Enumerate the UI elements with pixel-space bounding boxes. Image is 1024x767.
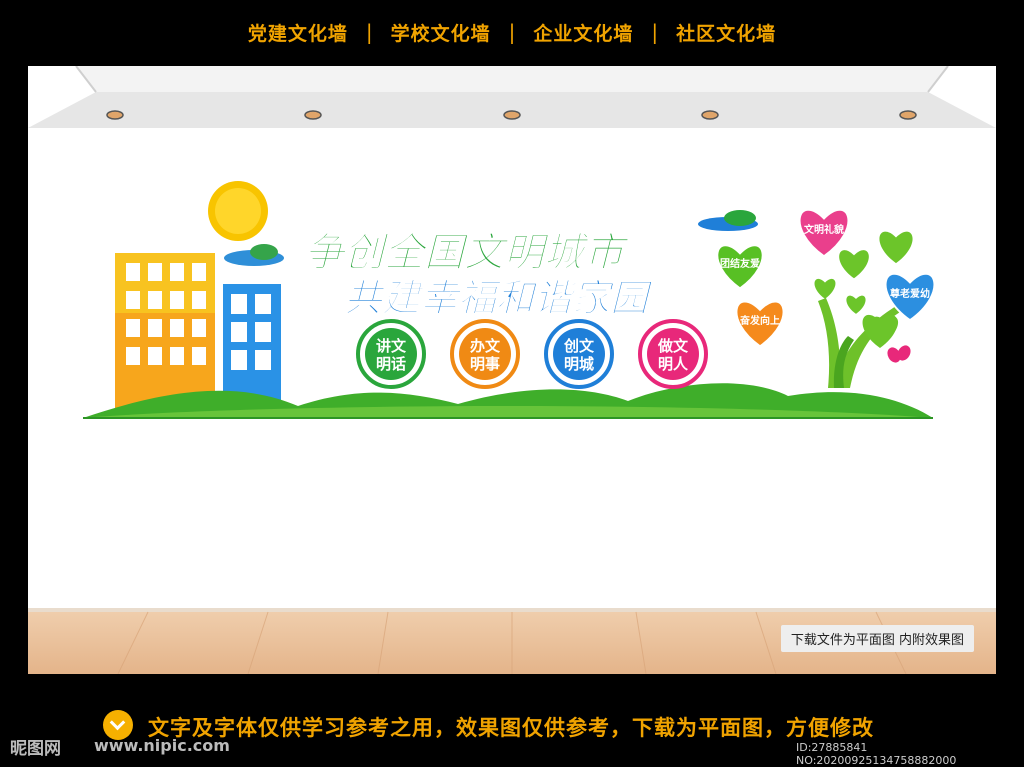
- heart-icon: [839, 250, 869, 279]
- heart-icon: [814, 278, 836, 299]
- nav-separator: |: [508, 20, 516, 44]
- site-logo: 昵图网: [10, 739, 61, 759]
- heart-label: 团结友爱: [720, 257, 760, 270]
- heart-label: 奋发向上: [739, 314, 780, 327]
- nav-item-party[interactable]: 党建文化墙: [248, 19, 348, 46]
- butterfly-icon: [887, 345, 911, 363]
- slogan-circle-text: 讲文: [376, 337, 407, 355]
- heart-icon: [846, 295, 866, 314]
- site-url[interactable]: www.nipic.com: [94, 736, 230, 755]
- slogan-circle-text: 明话: [376, 355, 406, 373]
- heart-icon: [879, 231, 913, 264]
- bottom-notice: 文字及字体仅供学习参考之用，效果图仅供参考，下载为平面图，方便修改: [148, 716, 874, 740]
- culture-wall: 文明礼貌团结友爱尊老爱幼奋发向上 争创全国文明城市 共建幸福和谐家园 讲文明话办…: [83, 181, 936, 419]
- slogan-circle: 创文明城: [544, 319, 614, 389]
- nav-separator: |: [365, 20, 373, 44]
- slogan-circle: 讲文明话: [356, 319, 426, 389]
- heart-label: 尊老爱幼: [890, 287, 930, 300]
- nav-item-enterprise[interactable]: 企业文化墙: [533, 19, 633, 46]
- slogan-circle-text: 明事: [470, 355, 500, 373]
- building-blue: [223, 284, 281, 408]
- slogan-circle: 办文明事: [450, 319, 520, 389]
- room-preview: 下载文件为平面图 内附效果图 文明礼貌 团结友爱 尊老爱幼 奋发向上 争创全国文…: [28, 66, 996, 674]
- cloud-icon: [698, 210, 758, 231]
- top-nav: 党建文化墙 | 学校文化墙 | 企业文化墙 | 社区文化墙: [0, 0, 1024, 64]
- nav-separator: |: [651, 20, 659, 44]
- slogan-circle-text: 做文: [657, 337, 689, 355]
- slogan-circle-text: 明城: [564, 355, 594, 373]
- heart-label: 文明礼貌: [804, 223, 844, 236]
- slogan-circle: 做文明人: [638, 319, 708, 389]
- nav-item-community[interactable]: 社区文化墙: [676, 19, 776, 46]
- building-orange: [115, 253, 215, 413]
- wall-title-line2: 共建幸福和谐家园: [344, 276, 654, 320]
- slogan-circle-text: 明人: [658, 355, 689, 373]
- wall-title-line1: 争创全国文明城市: [304, 230, 630, 276]
- slogan-circle-text: 办文: [470, 337, 501, 355]
- cloud-icon: [224, 244, 284, 266]
- sun-icon: [208, 181, 268, 241]
- slogan-circle-text: 创文: [563, 337, 595, 355]
- image-id: ID:27885841 NO:20200925134758882000: [796, 741, 957, 767]
- nav-item-school[interactable]: 学校文化墙: [391, 19, 491, 46]
